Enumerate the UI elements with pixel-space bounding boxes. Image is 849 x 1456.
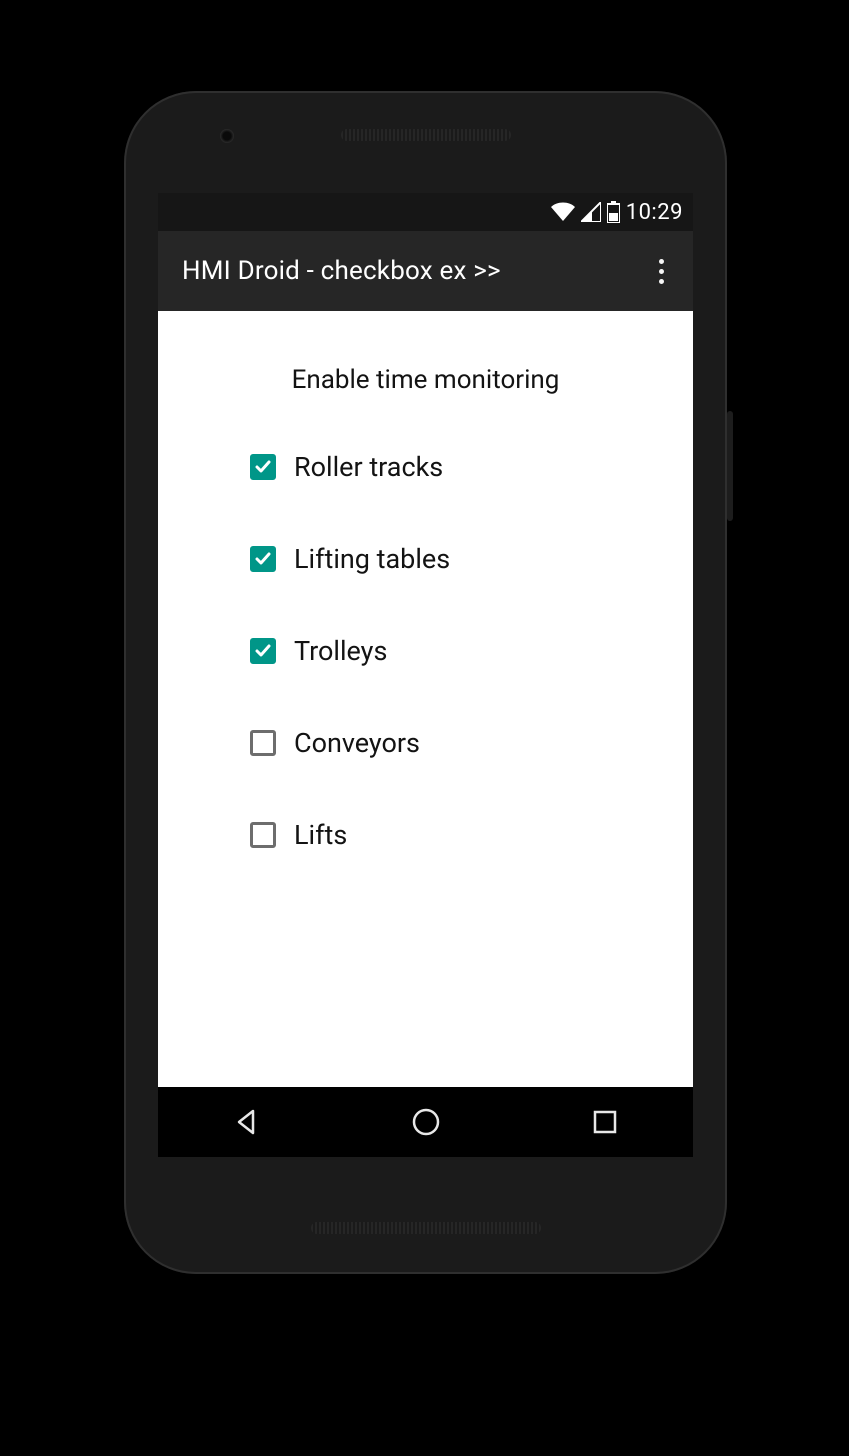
overflow-menu-button[interactable] [649,251,673,291]
check-icon [255,643,271,659]
checkbox-label: Lifting tables [294,543,450,575]
status-clock: 10:29 [626,200,683,225]
dot-icon [659,279,664,284]
checkbox-label: Trolleys [294,635,387,667]
checkbox-row[interactable]: Conveyors [250,727,657,759]
checkbox-label: Conveyors [294,727,420,759]
battery-icon [607,201,620,223]
navigation-bar [158,1087,693,1157]
checkbox-row[interactable]: Trolleys [250,635,657,667]
content-area: Enable time monitoring Roller tracks Lif… [158,311,693,851]
dot-icon [659,269,664,274]
signal-icon [581,202,601,222]
check-icon [255,551,271,567]
front-camera [220,129,234,143]
earpiece [341,129,511,141]
wifi-icon [551,202,575,222]
back-button[interactable] [233,1108,261,1136]
checkbox[interactable] [250,730,276,756]
phone-frame: 10:29 HMI Droid - checkbox ex >> Enable … [124,91,727,1274]
status-bar: 10:29 [158,193,693,231]
bottom-speaker [311,1222,541,1234]
recents-button[interactable] [592,1109,618,1135]
section-heading: Enable time monitoring [194,365,657,395]
checkbox-row[interactable]: Roller tracks [250,451,657,483]
screen: 10:29 HMI Droid - checkbox ex >> Enable … [158,193,693,1157]
checkbox-label: Roller tracks [294,451,443,483]
checkbox[interactable] [250,638,276,664]
check-icon [255,459,271,475]
checkbox[interactable] [250,822,276,848]
action-bar: HMI Droid - checkbox ex >> [158,231,693,311]
checkbox-row[interactable]: Lifting tables [250,543,657,575]
checkbox[interactable] [250,454,276,480]
checkbox-row[interactable]: Lifts [250,819,657,851]
home-button[interactable] [411,1107,441,1137]
checkbox-label: Lifts [294,819,347,851]
dot-icon [659,259,664,264]
power-button [727,411,733,521]
checkbox[interactable] [250,546,276,572]
app-title: HMI Droid - checkbox ex >> [182,256,501,286]
